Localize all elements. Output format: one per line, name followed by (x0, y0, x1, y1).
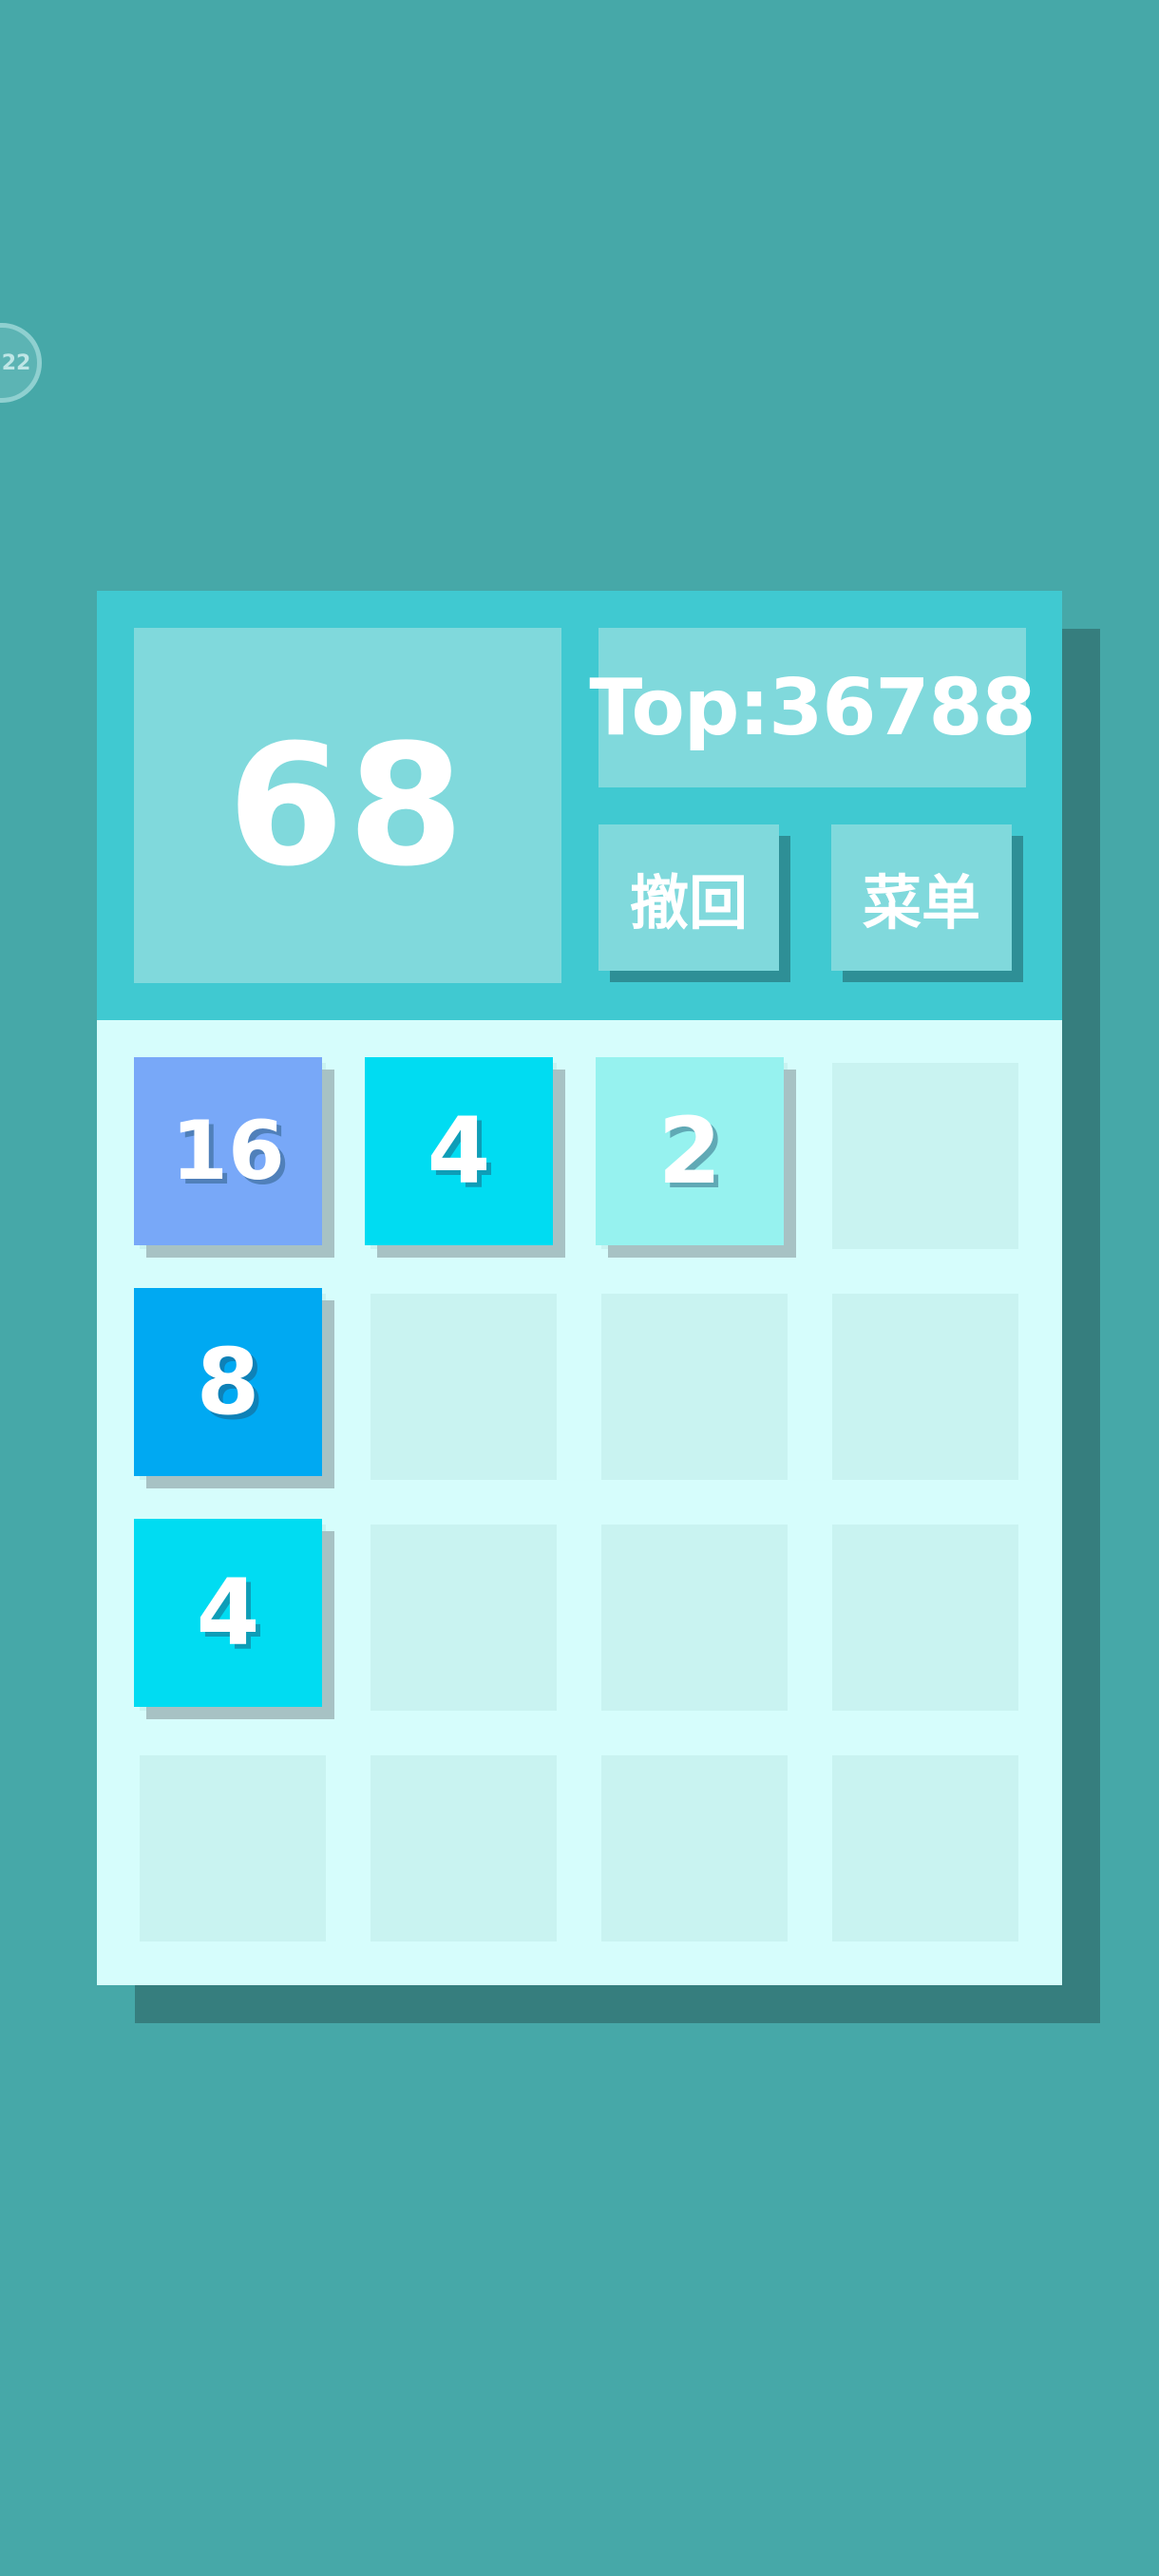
empty-cell (601, 1294, 788, 1480)
empty-cell (601, 1755, 788, 1941)
empty-cell (832, 1525, 1018, 1711)
tile-8: 8 (134, 1288, 322, 1476)
tile-2: 2 (596, 1057, 784, 1245)
game-board: 68 Top:36788 撤回 菜单 16 4 2 8 4 (97, 591, 1062, 1985)
empty-cell (832, 1755, 1018, 1941)
tile-4: 4 (365, 1057, 553, 1245)
tile-grid[interactable]: 16 4 2 8 4 (97, 1020, 1062, 1985)
menu-button[interactable]: 菜单 (831, 824, 1012, 971)
score-header: 68 Top:36788 撤回 菜单 (97, 591, 1062, 1020)
tile-16: 16 (134, 1057, 322, 1245)
top-score-panel: Top:36788 (589, 628, 1036, 787)
empty-cell (832, 1063, 1018, 1249)
badge-label: 22 (1, 350, 31, 375)
current-score: 68 (227, 708, 468, 903)
empty-cell (140, 1755, 326, 1941)
tile-4: 4 (134, 1519, 322, 1707)
empty-cell (370, 1525, 557, 1711)
top-score: Top:36788 (589, 662, 1036, 753)
undo-button[interactable]: 撤回 (598, 824, 779, 971)
current-score-panel: 68 (134, 628, 561, 983)
floating-badge-button[interactable]: 22 (0, 323, 42, 403)
empty-cell (601, 1525, 788, 1711)
empty-cell (370, 1294, 557, 1480)
empty-cell (370, 1755, 557, 1941)
empty-cell (832, 1294, 1018, 1480)
